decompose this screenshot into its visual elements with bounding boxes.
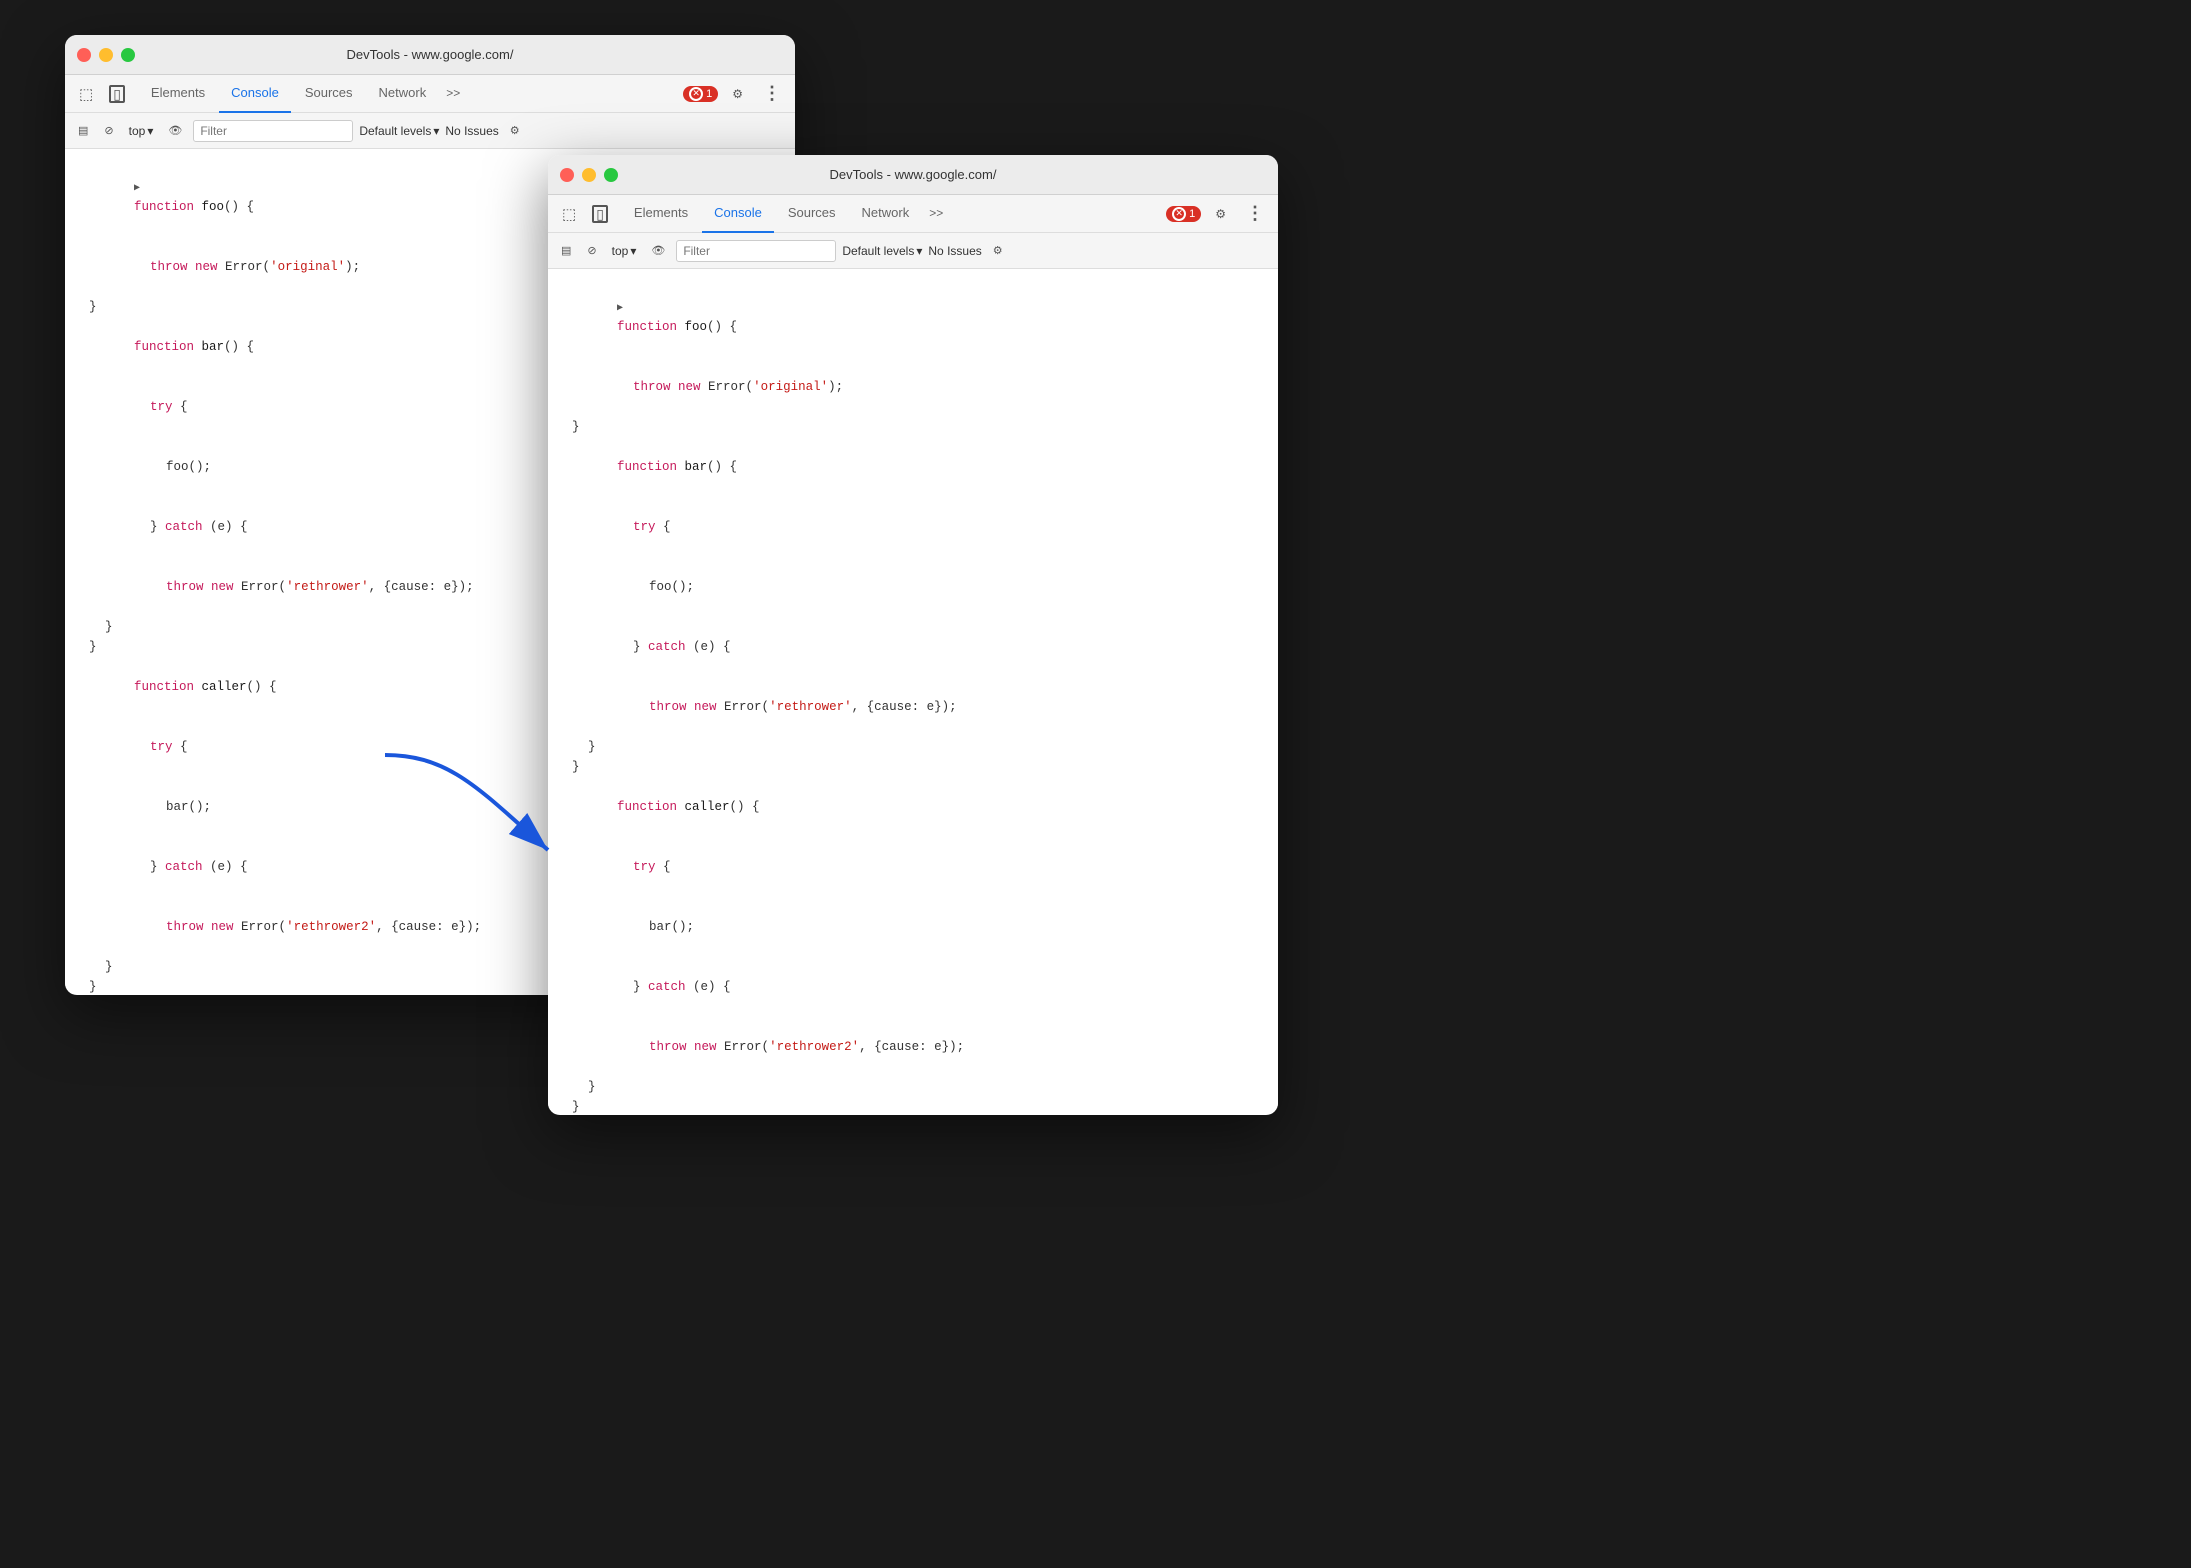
tab-bar-2: ⬚ ▯ Elements Console Sources Network >> xyxy=(548,195,1278,233)
eye-icon-btn-2[interactable]: 👁 xyxy=(646,241,670,260)
tab-elements-2[interactable]: Elements xyxy=(622,195,700,233)
more-icon-btn-1[interactable]: ⋮ xyxy=(757,79,787,108)
console-toolbar-1: ▤ ⊘ top ▾ 👁 Default levels ▾ No Issues ⚙ xyxy=(65,113,795,149)
tab-console-1[interactable]: Console xyxy=(219,75,291,113)
code-line-w2-4: function bar() { xyxy=(548,437,1278,497)
code-line-w2-16: } xyxy=(548,1077,1278,1097)
eye-icon-2: 👁 xyxy=(651,244,665,257)
maximize-button-1[interactable] xyxy=(121,48,135,62)
inspect-icon-1: ⬚ xyxy=(79,85,93,103)
gear-console-icon-1: ⚙ xyxy=(510,124,520,137)
error-x-icon-1: ✕ xyxy=(689,87,703,101)
code-line-w2-1: ▶ function foo() { xyxy=(548,277,1278,357)
chevron-down-icon-levels-1: ▾ xyxy=(433,124,439,138)
more-icon-2: ⋮ xyxy=(1246,203,1264,224)
code-line-w2-17: } xyxy=(548,1097,1278,1114)
tab-more-1[interactable]: >> xyxy=(440,75,466,113)
collapse-arrow-1[interactable]: ▶ xyxy=(134,181,140,197)
gear-icon-1: ⚙ xyxy=(732,87,743,101)
code-line-w2-5: try { xyxy=(548,497,1278,557)
code-line-w2-2: throw new Error('original'); xyxy=(548,357,1278,417)
title-bar-1: DevTools - www.google.com/ xyxy=(65,35,795,75)
code-area-2: ▶ function foo() { throw new Error('orig… xyxy=(548,269,1278,1114)
filter-input-1[interactable] xyxy=(193,120,353,142)
tab-network-2[interactable]: Network xyxy=(850,195,922,233)
block-icon-btn-2[interactable]: ⊘ xyxy=(582,241,601,260)
window-controls-1 xyxy=(77,48,135,62)
close-button-2[interactable] xyxy=(560,168,574,182)
error-badge-2[interactable]: ✕ 1 xyxy=(1166,206,1201,222)
block-icon-1: ⊘ xyxy=(104,124,113,137)
window-title-2: DevTools - www.google.com/ xyxy=(830,167,997,182)
chevron-down-icon-1: ▾ xyxy=(147,124,153,138)
code-line-w2-11: function caller() { xyxy=(548,777,1278,837)
code-line-w2-3: } xyxy=(548,417,1278,437)
code-line-w2-10: } xyxy=(548,757,1278,777)
tab-bar-1: ⬚ ▯ Elements Console Sources Network >> xyxy=(65,75,795,113)
code-line-w2-6: foo(); xyxy=(548,557,1278,617)
tab-elements-1[interactable]: Elements xyxy=(139,75,217,113)
block-icon-btn-1[interactable]: ⊘ xyxy=(99,121,118,140)
code-line-w2-8: throw new Error('rethrower', {cause: e})… xyxy=(548,677,1278,737)
no-issues-btn-1[interactable]: No Issues xyxy=(445,124,498,138)
block-icon-2: ⊘ xyxy=(587,244,596,257)
code-line-w2-13: bar(); xyxy=(548,897,1278,957)
tab-sources-2[interactable]: Sources xyxy=(776,195,848,233)
device-icon-2: ▯ xyxy=(592,205,608,223)
tab-network-1[interactable]: Network xyxy=(367,75,439,113)
device-icon-btn-2[interactable]: ▯ xyxy=(586,201,614,227)
title-bar-2: DevTools - www.google.com/ xyxy=(548,155,1278,195)
tab-console-2[interactable]: Console xyxy=(702,195,774,233)
top-dropdown-2[interactable]: top ▾ xyxy=(608,242,641,260)
settings-console-icon-btn-2[interactable]: ⚙ xyxy=(988,241,1008,260)
chevron-down-icon-2: ▾ xyxy=(630,244,636,258)
code-line-w2-14: } catch (e) { xyxy=(548,957,1278,1017)
tab-more-2[interactable]: >> xyxy=(923,195,949,233)
tabs-2: Elements Console Sources Network >> xyxy=(618,195,953,233)
sidebar-icon-1: ▤ xyxy=(78,124,88,137)
device-icon-1: ▯ xyxy=(109,85,125,103)
inspect-icon-btn-2[interactable]: ⬚ xyxy=(556,201,582,227)
sidebar-icon-btn-2[interactable]: ▤ xyxy=(556,241,576,260)
code-line-w2-15: throw new Error('rethrower2', {cause: e}… xyxy=(548,1017,1278,1077)
code-line-w2-9: } xyxy=(548,737,1278,757)
settings-console-icon-btn-1[interactable]: ⚙ xyxy=(505,121,525,140)
gear-console-icon-2: ⚙ xyxy=(993,244,1003,257)
maximize-button-2[interactable] xyxy=(604,168,618,182)
chevron-down-icon-levels-2: ▾ xyxy=(916,244,922,258)
collapse-arrow-2[interactable]: ▶ xyxy=(617,301,623,317)
no-issues-btn-2[interactable]: No Issues xyxy=(928,244,981,258)
tab-sources-1[interactable]: Sources xyxy=(293,75,365,113)
window-title-1: DevTools - www.google.com/ xyxy=(347,47,514,62)
inspect-icon-btn-1[interactable]: ⬚ xyxy=(73,81,99,107)
tabs-1: Elements Console Sources Network >> xyxy=(135,75,470,113)
eye-icon-1: 👁 xyxy=(168,124,182,137)
more-icon-1: ⋮ xyxy=(763,83,781,104)
close-button-1[interactable] xyxy=(77,48,91,62)
device-icon-btn-1[interactable]: ▯ xyxy=(103,81,131,107)
inspect-icon-2: ⬚ xyxy=(562,205,576,223)
default-levels-btn-1[interactable]: Default levels ▾ xyxy=(359,124,439,138)
default-levels-btn-2[interactable]: Default levels ▾ xyxy=(842,244,922,258)
settings-icon-btn-1[interactable]: ⚙ xyxy=(726,83,749,105)
console-toolbar-2: ▤ ⊘ top ▾ 👁 Default levels ▾ No Issues ⚙ xyxy=(548,233,1278,269)
more-icon-btn-2[interactable]: ⋮ xyxy=(1240,199,1270,228)
sidebar-icon-btn-1[interactable]: ▤ xyxy=(73,121,93,140)
eye-icon-btn-1[interactable]: 👁 xyxy=(163,121,187,140)
filter-input-2[interactable] xyxy=(676,240,836,262)
error-x-icon-2: ✕ xyxy=(1172,207,1186,221)
code-line-w2-12: try { xyxy=(548,837,1278,897)
code-line-w2-7: } catch (e) { xyxy=(548,617,1278,677)
window-controls-2 xyxy=(560,168,618,182)
top-dropdown-1[interactable]: top ▾ xyxy=(125,122,158,140)
gear-icon-2: ⚙ xyxy=(1215,207,1226,221)
sidebar-icon-2: ▤ xyxy=(561,244,571,257)
minimize-button-2[interactable] xyxy=(582,168,596,182)
devtools-window-2: DevTools - www.google.com/ ⬚ ▯ Elements … xyxy=(548,155,1278,1115)
error-badge-1[interactable]: ✕ 1 xyxy=(683,86,718,102)
settings-icon-btn-2[interactable]: ⚙ xyxy=(1209,203,1232,225)
minimize-button-1[interactable] xyxy=(99,48,113,62)
